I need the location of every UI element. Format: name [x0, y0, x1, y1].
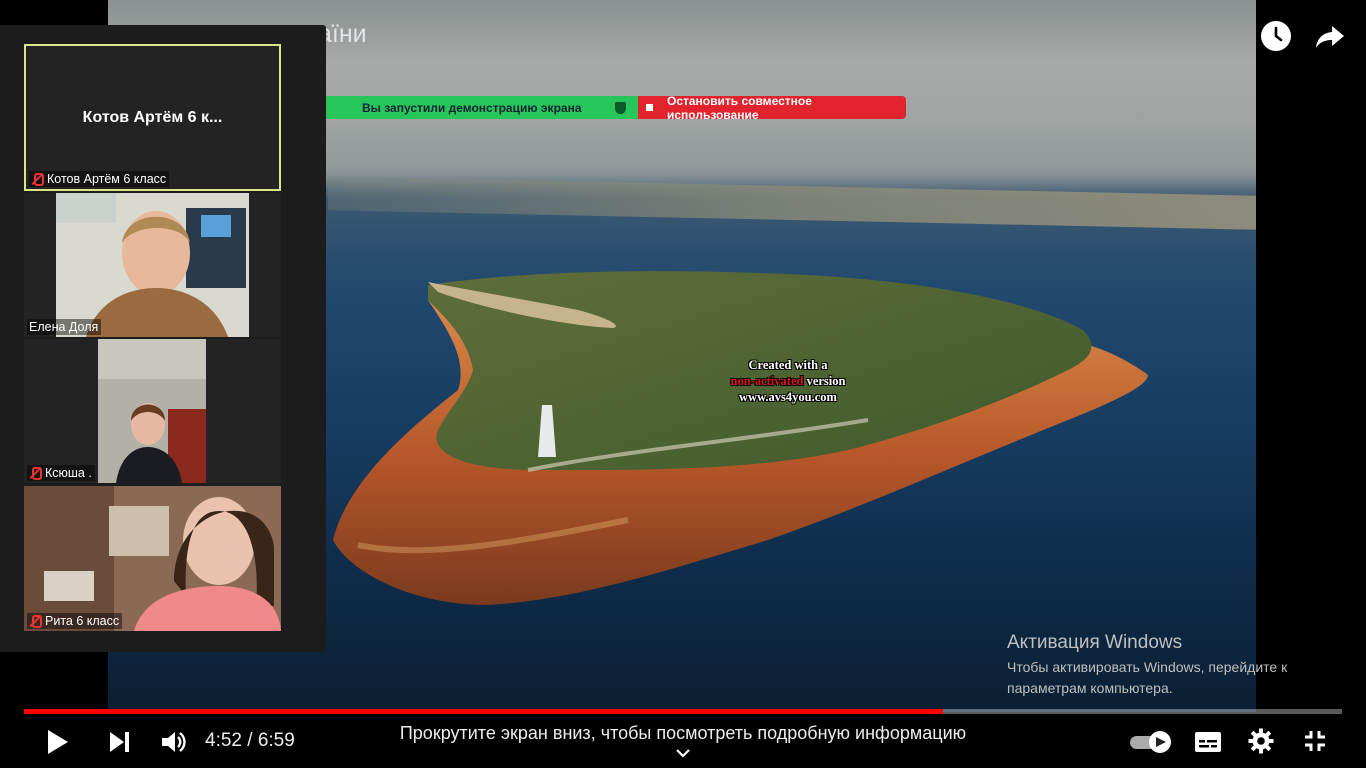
participant-name: Ксюша .	[45, 466, 92, 480]
participant-label: Ксюша .	[27, 465, 95, 481]
participant-video	[56, 193, 249, 337]
watermark-red-text: non-activated	[730, 374, 804, 388]
exit-fullscreen-icon[interactable]	[1303, 729, 1327, 753]
participant-tile-ksyusha[interactable]: Ксюша .	[24, 339, 281, 483]
participant-tile-elena[interactable]: Елена Доля	[24, 193, 281, 337]
player-controls: 4:52 / 6:59 Прокрутите экран вниз, чтобы…	[0, 718, 1366, 768]
watch-later-icon[interactable]	[1260, 20, 1292, 52]
watermark-line1: Created with a	[748, 358, 828, 372]
shield-icon	[615, 101, 626, 114]
settings-icon[interactable]	[1248, 728, 1274, 754]
watermark-line2: non-activated version	[668, 373, 908, 389]
participant-label: Котов Артём 6 класс	[29, 171, 170, 187]
chevron-down-icon[interactable]	[675, 748, 691, 758]
video-player[interactable]: аїни Created with a non-activated versio…	[0, 0, 1366, 768]
activation-line2: параметрам компьютера.	[1007, 680, 1173, 696]
participant-label: Рита 6 класс	[27, 613, 123, 629]
participant-video	[24, 486, 281, 631]
participant-video	[98, 339, 206, 483]
share-icon[interactable]	[1314, 20, 1346, 52]
activation-title: Активация Windows	[1007, 632, 1183, 653]
activation-line1: Чтобы активировать Windows, перейдите к	[1007, 659, 1288, 675]
participant-name: Елена Доля	[29, 320, 99, 334]
share-status: Вы запустили демонстрацию экрана	[324, 96, 638, 119]
participant-name: Рита 6 класс	[45, 614, 120, 628]
player-top-actions	[1260, 20, 1346, 52]
participant-tile-rita[interactable]: Рита 6 класс	[24, 486, 281, 631]
subtitles-icon[interactable]	[1194, 730, 1222, 754]
participant-panel: Котов Артём 6 к... Котов Артём 6 класс Е…	[0, 25, 326, 652]
share-status-text: Вы запустили демонстрацию экрана	[362, 100, 582, 115]
participant-tile-kotov[interactable]: Котов Артём 6 к... Котов Артём 6 класс	[24, 44, 281, 191]
watermark-line2-rest: version	[806, 374, 846, 388]
progress-bar[interactable]	[24, 709, 1342, 714]
participant-display-name: Котов Артём 6 к...	[82, 108, 223, 126]
stop-share-button[interactable]: Остановить совместное использование	[638, 93, 906, 122]
mic-off-icon	[31, 173, 44, 186]
avs-watermark: Created with a non-activated version www…	[668, 357, 908, 405]
participant-label: Елена Доля	[27, 319, 102, 335]
watermark-line3: www.avs4you.com	[739, 390, 837, 404]
stop-share-label: Остановить совместное использование	[666, 93, 812, 122]
mic-off-icon	[29, 615, 42, 628]
screen-share-banner: Вы запустили демонстрацию экрана Останов…	[324, 93, 906, 122]
mic-off-icon	[29, 467, 42, 480]
windows-activation-notice: Активация Windows Чтобы активировать Win…	[1007, 632, 1287, 699]
progress-played	[24, 709, 943, 714]
stop-icon	[646, 104, 653, 111]
participant-name: Котов Артём 6 класс	[47, 172, 167, 186]
autoplay-toggle[interactable]	[1130, 730, 1176, 754]
